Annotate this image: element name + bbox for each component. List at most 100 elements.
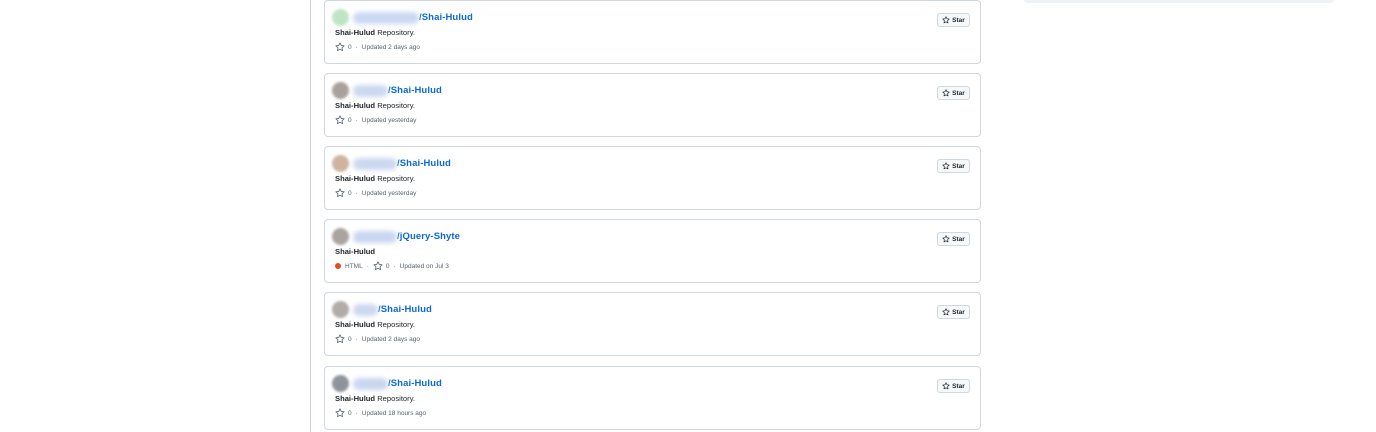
description-bold: Shai-Hulud: [335, 320, 376, 329]
meta-separator: ·: [355, 409, 358, 417]
star-outline-icon: [335, 334, 345, 344]
meta-separator: ·: [366, 262, 369, 270]
star-icon: [942, 382, 950, 390]
owner-avatar[interactable]: [332, 9, 349, 26]
repository-meta: 0 · Updated yesterday: [335, 115, 416, 125]
description-rest: Repository.: [375, 174, 416, 183]
repository-meta: 0 · Updated 2 days ago: [335, 42, 420, 52]
star-icon: [942, 235, 950, 243]
star-icon: [942, 89, 950, 97]
star-count[interactable]: 0: [386, 263, 390, 270]
owner-name-blurred[interactable]: [353, 303, 378, 316]
repository-heading: /jQuery-Shyte: [332, 228, 460, 245]
star-icon: [942, 162, 950, 170]
updated-time: Updated 2 days ago: [361, 43, 420, 51]
description-rest: Repository.: [375, 28, 416, 37]
description-rest: Repository.: [375, 394, 416, 403]
repository-language: HTML: [345, 262, 363, 270]
star-button[interactable]: Star: [937, 379, 970, 393]
repository-description: Shai-Hulud Repository.: [335, 174, 415, 183]
repository-meta: 0 · Updated 2 days ago: [335, 334, 420, 344]
star-outline-icon: [335, 408, 345, 418]
owner-avatar[interactable]: [332, 228, 349, 245]
repository-heading: /Shai-Hulud: [332, 82, 442, 99]
description-bold: Shai-Hulud: [335, 28, 376, 37]
repository-heading: /Shai-Hulud: [332, 155, 451, 172]
repository-card: /Shai-Hulud Shai-Hulud Repository. 0 · U…: [324, 366, 981, 430]
star-outline-icon: [335, 42, 345, 52]
repository-meta: 0 · Updated 18 hours ago: [335, 408, 426, 418]
star-outline-icon: [373, 261, 383, 271]
star-count[interactable]: 0: [348, 190, 352, 197]
repository-description: Shai-Hulud: [335, 247, 375, 256]
page: /Shai-Hulud Shai-Hulud Repository. 0 · U…: [0, 0, 1376, 432]
left-divider: [310, 0, 311, 432]
owner-name-blurred[interactable]: [353, 11, 419, 24]
repository-link[interactable]: /jQuery-Shyte: [397, 231, 460, 242]
star-button-label: Star: [952, 308, 965, 316]
star-button-label: Star: [952, 162, 965, 170]
owner-avatar[interactable]: [332, 155, 349, 172]
star-icon: [942, 308, 950, 316]
owner-name-blurred[interactable]: [353, 157, 397, 170]
repository-link[interactable]: /Shai-Hulud: [397, 158, 451, 169]
repository-heading: /Shai-Hulud: [332, 301, 432, 318]
owner-avatar[interactable]: [332, 301, 349, 318]
description-rest: Repository.: [375, 320, 416, 329]
star-count[interactable]: 0: [348, 336, 352, 343]
repository-link[interactable]: /Shai-Hulud: [378, 304, 432, 315]
repository-card: /Shai-Hulud Shai-Hulud Repository. 0 · U…: [324, 73, 981, 137]
repository-heading: /Shai-Hulud: [332, 375, 442, 392]
meta-separator: ·: [355, 335, 358, 343]
star-icon: [942, 16, 950, 24]
repository-link[interactable]: /Shai-Hulud: [388, 85, 442, 96]
meta-separator: ·: [355, 189, 358, 197]
updated-time: Updated 2 days ago: [361, 335, 420, 343]
description-rest: Repository.: [375, 101, 416, 110]
repository-card: /Shai-Hulud Shai-Hulud Repository. 0 · U…: [324, 146, 981, 210]
star-button-label: Star: [952, 382, 965, 390]
description-bold: Shai-Hulud: [335, 394, 376, 403]
star-button[interactable]: Star: [937, 86, 970, 100]
repository-meta: 0 · Updated yesterday: [335, 188, 416, 198]
star-button[interactable]: Star: [937, 159, 970, 173]
star-button-label: Star: [952, 89, 965, 97]
owner-name-blurred[interactable]: [353, 84, 388, 97]
star-count[interactable]: 0: [348, 44, 352, 51]
owner-avatar[interactable]: [332, 82, 349, 99]
star-outline-icon: [335, 188, 345, 198]
star-button-label: Star: [952, 16, 965, 24]
star-button-label: Star: [952, 235, 965, 243]
repository-description: Shai-Hulud Repository.: [335, 394, 415, 403]
repository-card: /Shai-Hulud Shai-Hulud Repository. 0 · U…: [324, 292, 981, 356]
repository-heading: /Shai-Hulud: [332, 9, 473, 26]
meta-separator: ·: [393, 262, 396, 270]
star-count[interactable]: 0: [348, 117, 352, 124]
repository-link[interactable]: /Shai-Hulud: [419, 12, 473, 23]
updated-time: Updated yesterday: [361, 116, 417, 124]
star-button[interactable]: Star: [937, 305, 970, 319]
owner-name-blurred[interactable]: [353, 230, 397, 243]
description-bold: Shai-Hulud: [335, 174, 376, 183]
updated-time: Updated 18 hours ago: [361, 409, 427, 417]
meta-separator: ·: [355, 43, 358, 51]
description-bold: Shai-Hulud: [335, 101, 376, 110]
repository-card: /jQuery-Shyte Shai-Hulud HTML · 0 · Upda…: [324, 219, 981, 283]
updated-time: Updated on Jul 3: [399, 262, 449, 270]
description-bold: Shai-Hulud: [335, 247, 376, 256]
owner-name-blurred[interactable]: [353, 377, 388, 390]
star-count[interactable]: 0: [348, 410, 352, 417]
updated-time: Updated yesterday: [361, 189, 417, 197]
language-color-dot: [335, 263, 341, 269]
repository-meta: HTML · 0 · Updated on Jul 3: [335, 261, 449, 271]
meta-separator: ·: [355, 116, 358, 124]
repository-card: /Shai-Hulud Shai-Hulud Repository. 0 · U…: [324, 0, 981, 64]
right-sidebar-panel: [1024, 0, 1334, 3]
star-button[interactable]: Star: [937, 232, 970, 246]
repository-description: Shai-Hulud Repository.: [335, 101, 415, 110]
repository-link[interactable]: /Shai-Hulud: [388, 378, 442, 389]
star-button[interactable]: Star: [937, 13, 970, 27]
owner-avatar[interactable]: [332, 375, 349, 392]
repository-description: Shai-Hulud Repository.: [335, 320, 415, 329]
repository-description: Shai-Hulud Repository.: [335, 28, 415, 37]
